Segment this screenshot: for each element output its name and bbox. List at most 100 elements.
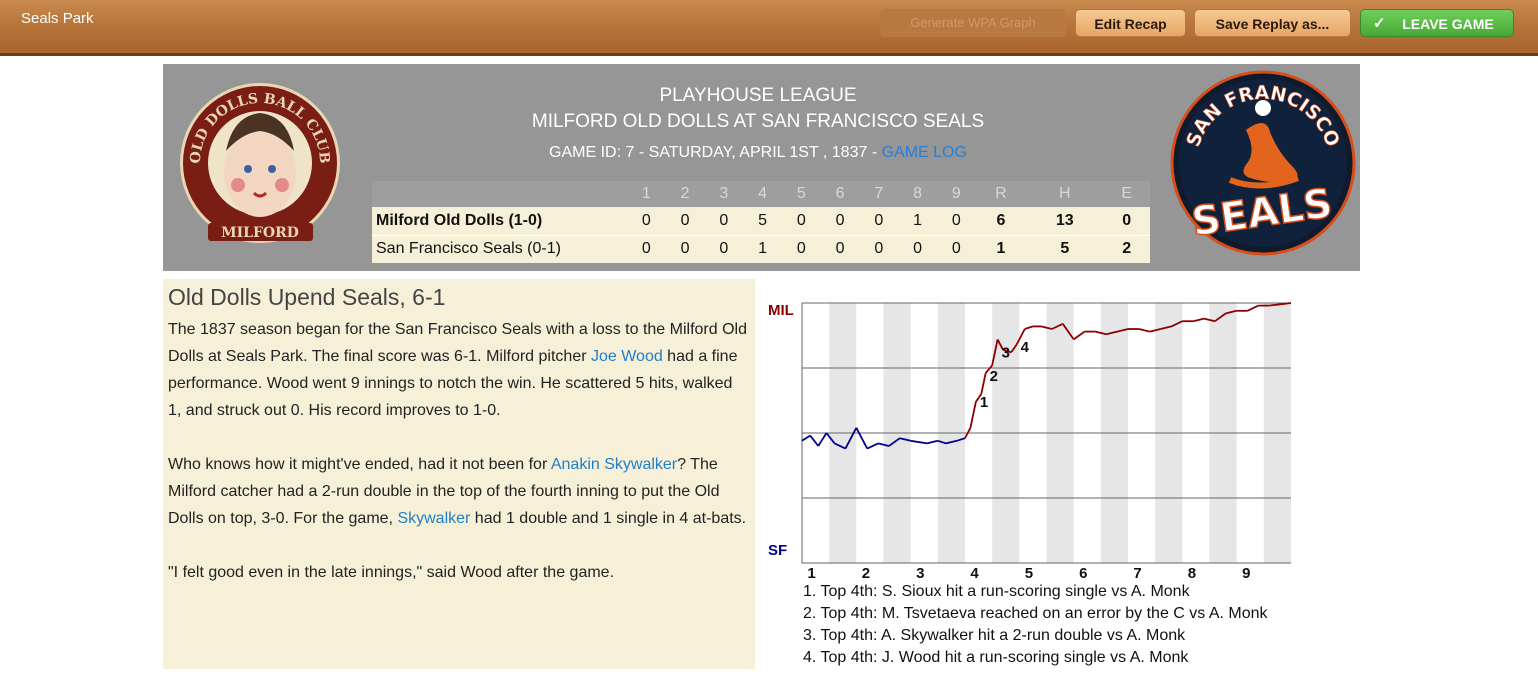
wpa-line-segment (809, 435, 820, 447)
linescore-cell: 0 (859, 207, 899, 235)
joe-wood-link[interactable]: Joe Wood (591, 348, 663, 365)
team-name: Milford Old Dolls (1-0) (372, 207, 627, 235)
event-label: 4 (1021, 339, 1030, 356)
wpa-note: 4. Top 4th: J. Wood hit a run-scoring si… (803, 649, 1189, 666)
linescore-cell: 2 (1103, 234, 1150, 263)
milford-logo-bottom-text: MILFORD (221, 225, 299, 241)
seals-logo: SAN FRANCISCO SEALS (1170, 70, 1356, 261)
inning-label: 9 (1242, 565, 1250, 579)
team-name: San Francisco Seals (0-1) (372, 234, 627, 263)
inning-header: H (1026, 181, 1104, 207)
team-column-header (372, 181, 627, 207)
event-label: 2 (990, 368, 998, 385)
recap-headline: Old Dolls Upend Seals, 6-1 (168, 284, 446, 310)
linescore-cell: 0 (665, 207, 705, 235)
game-log-link[interactable]: GAME LOG (882, 144, 967, 161)
inning-label: 3 (916, 565, 924, 579)
wpa-line-segment (1024, 325, 1034, 330)
event-label: 1 (980, 394, 988, 411)
inning-label: 1 (807, 565, 815, 579)
top-bar: Seals Park Generate WPA Graph Edit Recap… (0, 0, 1538, 56)
recap-paragraph-1: The 1837 season began for the San Franci… (168, 316, 750, 424)
league-name: PLAYHOUSE LEAGUE (659, 85, 857, 106)
wpa-line-segment (817, 432, 828, 447)
inning-header: 5 (782, 181, 821, 207)
linescore-table: 123456789RHE Milford Old Dolls (1-0) 0 0 0 5… (372, 181, 1150, 263)
inning-header: 3 (704, 181, 744, 207)
inning-label: 7 (1133, 565, 1141, 579)
wpa-note: 3. Top 4th: A. Skywalker hit a 2-run dou… (803, 627, 1186, 644)
wpa-line-segment (1247, 304, 1259, 312)
leave-game-button[interactable]: ✓ LEAVE GAME (1360, 9, 1514, 37)
linescore-cell: 0 (1103, 207, 1150, 235)
linescore-cell: 0 (782, 207, 821, 235)
wpa-line-segment (1073, 330, 1086, 341)
linescore-cell: 1 (975, 234, 1027, 263)
game-recap: Old Dolls Upend Seals, 6-1 The 1837 seas… (163, 279, 755, 669)
linescore-cell: 0 (898, 234, 937, 263)
recap-paragraph-2: Who knows how it might've ended, had it … (168, 451, 750, 532)
game-id-line: GAME ID: 7 - SATURDAY, APRIL 1ST , 1837 … (463, 136, 1053, 170)
linescore-cell: 0 (859, 234, 899, 263)
top-team-label: MIL (768, 302, 794, 319)
inning-header: 9 (937, 181, 976, 207)
wpa-line-segment (926, 439, 939, 445)
inning-label: 2 (862, 565, 870, 579)
inning-header: R (975, 181, 1027, 207)
matchup-title: MILFORD OLD DOLLS AT SAN FRANCISCO SEALS (531, 111, 985, 132)
generate-wpa-graph-button[interactable]: Generate WPA Graph (880, 9, 1066, 37)
milford-logo: OLD DOLLS BALL CLUB MILFORD (178, 81, 343, 251)
leave-game-label: LEAVE GAME (1402, 16, 1494, 32)
wpa-note: 1. Top 4th: S. Sioux hit a run-scoring s… (803, 583, 1190, 600)
wpa-line-segment (1192, 317, 1205, 323)
wpa-graph: MIL SF 1 2 3 4 1 2 3 4 5 6 7 8 9 1. Top 4th: S. Sioux … (763, 279, 1353, 674)
wpa-line-segment (980, 373, 987, 395)
inning-label: 5 (1025, 565, 1033, 579)
linescore-cell: 13 (1026, 207, 1104, 235)
wpa-line-segment (1138, 328, 1150, 333)
edit-recap-button[interactable]: Edit Recap (1075, 9, 1186, 37)
inning-header: 8 (898, 181, 937, 207)
recap-text: Who knows how it might've ended, had it … (168, 456, 551, 473)
linescore-cell: 5 (1026, 234, 1104, 263)
game-header: OLD DOLLS BALL CLUB MILFORD PLAYHOUSE LE… (163, 64, 1360, 271)
recap-paragraph-3: "I felt good even in the late innings," … (168, 564, 615, 581)
linescore-cell: 0 (782, 234, 821, 263)
linescore-cell: 0 (627, 207, 666, 235)
save-replay-button[interactable]: Save Replay as... (1194, 9, 1351, 37)
linescore-cell: 5 (743, 207, 782, 235)
linescore-cell: 0 (820, 234, 860, 263)
wpa-line-segment (801, 434, 811, 442)
inning-label: 8 (1188, 565, 1196, 579)
wpa-event-notes: 1. Top 4th: S. Sioux hit a run-scoring s… (803, 581, 1268, 669)
linescore-cell: 0 (665, 234, 705, 263)
skywalker-link[interactable]: Skywalker (397, 510, 470, 527)
inning-header: 7 (859, 181, 899, 207)
linescore-cell: 0 (937, 234, 976, 263)
inning-label: 6 (1079, 565, 1087, 579)
linescore-cell: 0 (704, 207, 744, 235)
game-id-text: GAME ID: 7 - SATURDAY, APRIL 1ST , 1837 … (549, 144, 882, 161)
inning-label: 4 (970, 565, 979, 579)
linescore-cell: 1 (898, 207, 937, 235)
linescore-cell: 0 (937, 207, 976, 235)
bottom-team-label: SF (768, 542, 787, 559)
inning-header: 6 (820, 181, 860, 207)
linescore-header-row: 123456789RHE (372, 181, 1150, 207)
linescore-cell: 0 (820, 207, 860, 235)
linescore-row: San Francisco Seals (0-1) 0 0 0 1 0 0 0 0 0 1 5 2 (372, 234, 1150, 263)
linescore-cell: 0 (704, 234, 744, 263)
recap-text: had 1 double and 1 single in 4 at-bats. (470, 510, 747, 527)
wpa-line-segment (855, 427, 868, 450)
anakin-skywalker-link[interactable]: Anakin Skywalker (551, 456, 677, 473)
wpa-line-segment (866, 442, 879, 450)
linescore-row: Milford Old Dolls (1-0) 0 0 0 5 0 0 0 1 0 6 13 0 (372, 207, 1150, 235)
linescore-cell: 6 (975, 207, 1027, 235)
linescore-cell: 0 (627, 234, 666, 263)
park-name: Seals Park (21, 10, 94, 27)
game-title-block: PLAYHOUSE LEAGUE MILFORD OLD DOLLS AT SA… (463, 84, 1053, 170)
wpa-note: 2. Top 4th: M. Tsvetaeva reached on an e… (803, 605, 1268, 622)
inning-header: E (1103, 181, 1150, 207)
wpa-chart: MILSF123 41 2 3 4 5 6 7 8 9 (768, 302, 1292, 579)
event-label: 3 (1002, 344, 1010, 361)
